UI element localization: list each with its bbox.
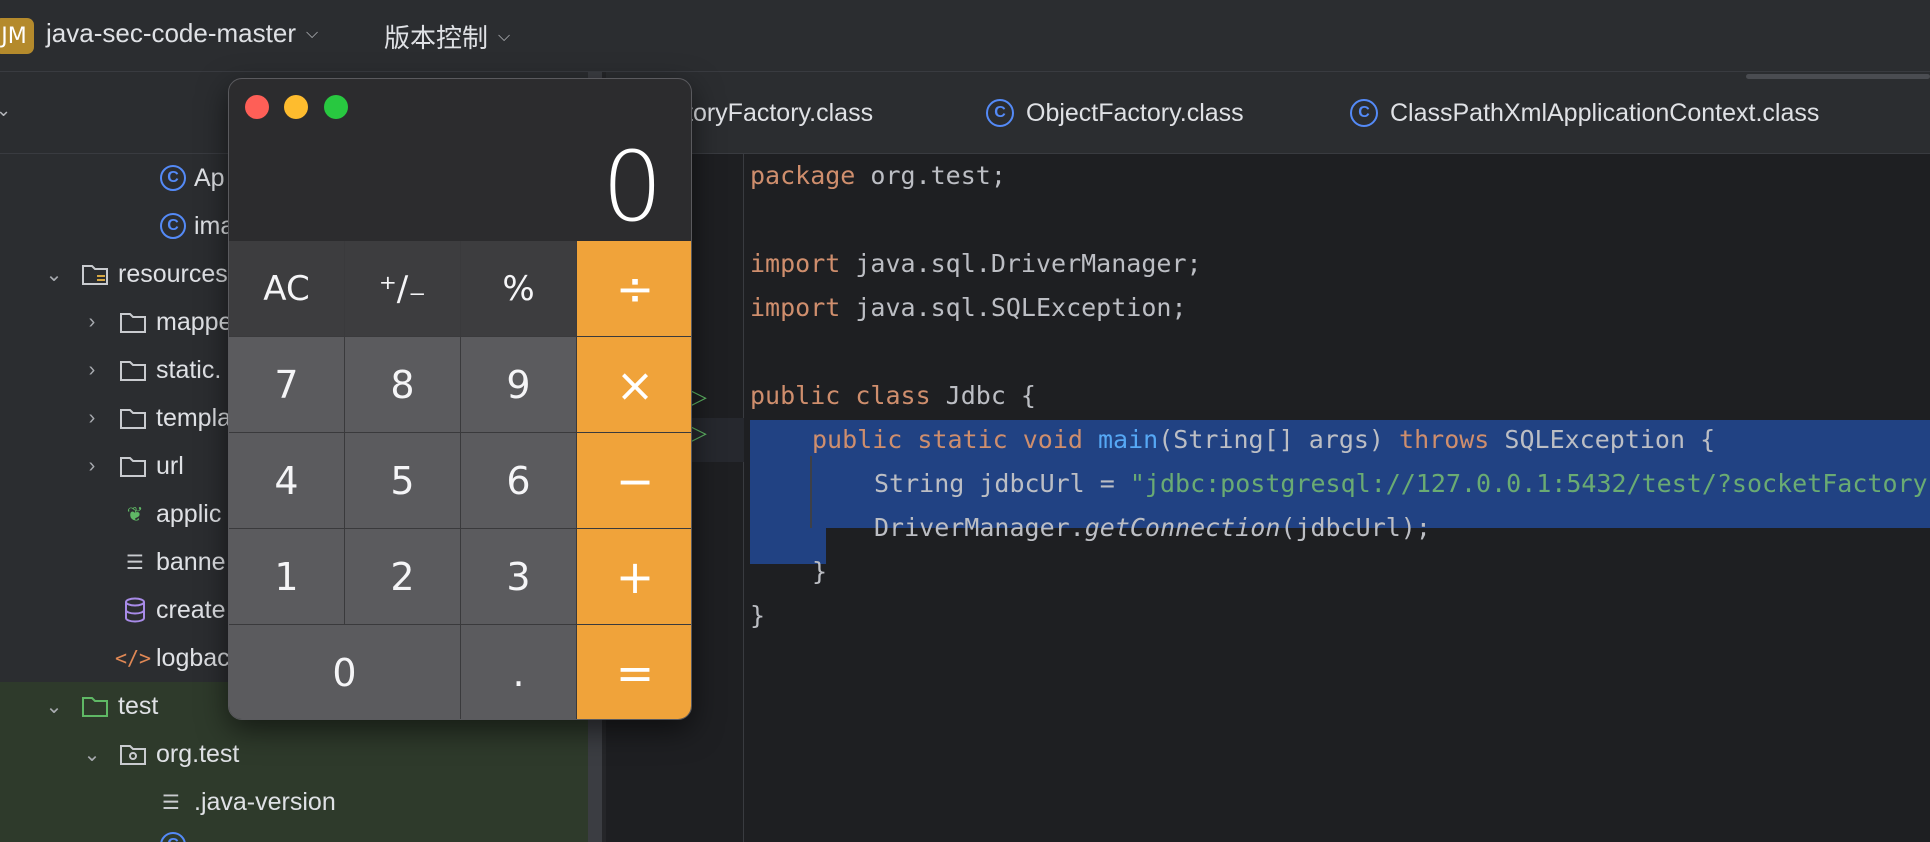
class-icon: C — [1350, 99, 1378, 127]
xml-icon: </> — [114, 646, 152, 670]
indent-guide — [810, 456, 812, 528]
tab-classpathxmlapplicationcontext[interactable]: C ClassPathXmlApplicationContext.class — [1350, 72, 1820, 153]
chevron-down-icon[interactable]: ⌄ — [82, 742, 102, 767]
decimal-button[interactable]: . — [461, 625, 577, 719]
digit-4-button[interactable]: 4 — [229, 433, 345, 529]
tree-item[interactable]: ⌄ org.test — [0, 730, 588, 778]
folder-icon — [118, 307, 148, 337]
spring-boot-app-icon: C — [158, 163, 188, 193]
tree-item-label: resources — [118, 259, 228, 288]
code-editor[interactable]: ▷ ▷ package org.test; import java.sql.Dr… — [606, 154, 1930, 842]
folder-icon — [118, 355, 148, 385]
database-icon — [120, 595, 150, 625]
calculator-keypad: AC ⁺∕₋ % ÷ 7 8 9 × 4 5 6 − 1 2 3 + 0 . = — [229, 241, 691, 719]
selection-highlight — [750, 456, 810, 528]
zoom-button[interactable] — [324, 95, 348, 119]
chevron-down-icon[interactable]: ⌄ — [44, 262, 64, 287]
sign-toggle-button[interactable]: ⁺∕₋ — [345, 241, 461, 337]
subtract-button[interactable]: − — [577, 433, 691, 529]
chevron-down-icon: ⌵ — [498, 27, 511, 45]
chevron-right-icon[interactable]: › — [82, 407, 102, 430]
folder-icon — [118, 403, 148, 433]
digit-7-button[interactable]: 7 — [229, 337, 345, 433]
tree-item-label: url — [156, 451, 184, 480]
tabs-scrollbar[interactable] — [1746, 74, 1930, 79]
tree-item-label: logbac — [156, 643, 230, 672]
code-line-11: } — [750, 601, 766, 630]
tree-item-label: templa — [156, 403, 232, 432]
code-area[interactable]: package org.test; import java.sql.Driver… — [750, 154, 1930, 842]
test-folder-icon — [80, 691, 110, 721]
code-line-1: package org.test; — [750, 161, 1006, 190]
title-bar: JM java-sec-code-master ⌵ 版本控制 ⌵ — [0, 0, 1930, 72]
digit-0-button[interactable]: 0 — [229, 625, 461, 719]
code-line-8: String jdbcUrl = "jdbc:postgresql://127.… — [874, 469, 1928, 498]
calculator-window[interactable]: 0 AC ⁺∕₋ % ÷ 7 8 9 × 4 5 6 − 1 2 3 + 0 .… — [228, 78, 692, 720]
class-icon: C — [158, 830, 188, 842]
percent-button[interactable]: % — [461, 241, 577, 337]
code-line-6: public class Jdbc { — [750, 381, 1036, 410]
chevron-down-icon: ⌵ — [305, 24, 319, 42]
tab-objectfactory[interactable]: C ObjectFactory.class — [986, 72, 1244, 153]
code-line-4: import java.sql.SQLException; — [750, 293, 1187, 322]
tree-item-label: banne — [156, 547, 226, 576]
code-line-10: } — [812, 557, 828, 586]
class-icon: C — [986, 99, 1014, 127]
code-line-3: import java.sql.DriverManager; — [750, 249, 1202, 278]
code-line-9: DriverManager.getConnection(jdbcUrl); — [874, 513, 1431, 542]
class-icon: C — [158, 211, 188, 241]
divide-button[interactable]: ÷ — [577, 241, 691, 337]
digit-9-button[interactable]: 9 — [461, 337, 577, 433]
package-icon — [118, 739, 148, 769]
code-line-7: public static void main(String[] args) t… — [812, 425, 1716, 454]
project-badge[interactable]: JM — [0, 18, 34, 54]
tree-item-label: create — [156, 595, 226, 624]
chevron-right-icon[interactable]: › — [82, 311, 102, 334]
close-button[interactable] — [245, 95, 269, 119]
tree-item[interactable]: ☰ .java-version — [0, 778, 588, 826]
text-file-icon: ☰ — [126, 551, 144, 574]
equals-button[interactable]: = — [577, 625, 691, 719]
tree-item-label: org.test — [156, 739, 240, 768]
tree-item-label: applic — [156, 499, 222, 528]
chevron-down-icon[interactable]: ⌄ — [0, 100, 11, 121]
tree-item-label: test — [118, 691, 159, 720]
tree-item-label: Ap — [194, 163, 225, 192]
tab-label: toryFactory.class — [686, 98, 874, 127]
project-selector[interactable]: java-sec-code-master ⌵ — [46, 18, 318, 49]
clear-button[interactable]: AC — [229, 241, 345, 337]
digit-8-button[interactable]: 8 — [345, 337, 461, 433]
tree-item: C — [0, 826, 588, 842]
multiply-button[interactable]: × — [577, 337, 691, 433]
editor-tabs: toryFactory.class C ObjectFactory.class … — [606, 72, 1930, 154]
digit-1-button[interactable]: 1 — [229, 529, 345, 625]
tab-label: ObjectFactory.class — [1026, 98, 1244, 127]
folder-icon — [118, 451, 148, 481]
project-name: java-sec-code-master — [46, 18, 296, 48]
digit-5-button[interactable]: 5 — [345, 433, 461, 529]
digit-6-button[interactable]: 6 — [461, 433, 577, 529]
calculator-display: 0 — [601, 131, 663, 243]
tab-objectfactoryfactory[interactable]: toryFactory.class — [686, 72, 874, 153]
tree-item-label: mappe — [156, 307, 233, 336]
tab-label: ClassPathXmlApplicationContext.class — [1390, 98, 1820, 127]
chevron-right-icon[interactable]: › — [82, 455, 102, 478]
digit-3-button[interactable]: 3 — [461, 529, 577, 625]
spring-config-icon: ❦ — [126, 503, 144, 526]
digit-2-button[interactable]: 2 — [345, 529, 461, 625]
text-file-icon: ☰ — [162, 791, 180, 814]
vcs-label: 版本控制 — [384, 23, 489, 53]
chevron-down-icon[interactable]: ⌄ — [44, 694, 64, 719]
tree-item-label: .java-version — [194, 787, 336, 816]
run-class-icon[interactable]: ▷ — [690, 384, 707, 410]
run-main-icon[interactable]: ▷ — [690, 420, 707, 446]
resources-folder-icon — [80, 259, 110, 289]
minimize-button[interactable] — [284, 95, 308, 119]
add-button[interactable]: + — [577, 529, 691, 625]
tree-item-label: static. — [156, 355, 222, 384]
vcs-menu[interactable]: 版本控制 ⌵ — [384, 18, 510, 55]
chevron-right-icon[interactable]: › — [82, 359, 102, 382]
